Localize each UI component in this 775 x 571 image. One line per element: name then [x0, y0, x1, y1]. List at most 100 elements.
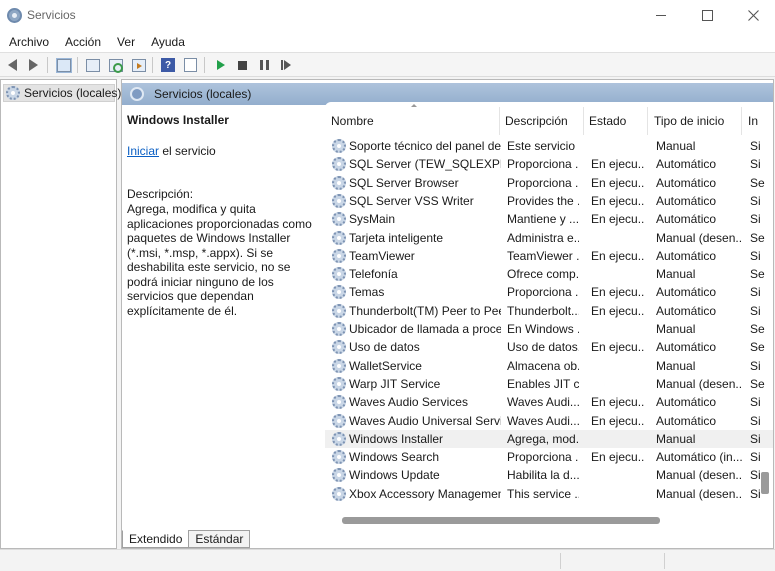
forward-button[interactable]: [24, 56, 42, 74]
gear-icon: [332, 322, 346, 336]
toolbar-separator: [152, 57, 153, 73]
toolbar-separator: [204, 57, 205, 73]
service-state-cell: En ejecu...: [591, 193, 645, 208]
pause-service-button[interactable]: [255, 56, 273, 74]
horizontal-scroll-thumb[interactable]: [342, 517, 660, 524]
gear-icon: [332, 303, 346, 318]
export-list-button[interactable]: [130, 56, 148, 74]
tab-extendido[interactable]: Extendido: [122, 530, 190, 548]
start-service-suffix: el servicio: [159, 144, 216, 158]
table-row[interactable]: Soporte técnico del panel de... Este serv…: [325, 137, 773, 155]
service-name-cell: Tarjeta inteligente: [349, 230, 444, 245]
service-state-cell: En ejecu...: [591, 395, 645, 410]
column-headers: Nombre Descripción Estado Tipo de inicio…: [325, 102, 773, 137]
tree-item-services-local[interactable]: Servicios (locales): [3, 84, 121, 102]
restart-service-button[interactable]: [277, 56, 295, 74]
column-header-descripcion[interactable]: Descripción: [505, 114, 568, 128]
service-name-cell: SQL Server VSS Writer: [349, 193, 474, 208]
table-row[interactable]: SQL Server (TEW_SQLEXPRESS) Proporciona .…: [325, 155, 773, 173]
pause-service-icon: [259, 60, 269, 70]
service-state-cell: En ejecu...: [591, 340, 645, 355]
column-header-nombre[interactable]: Nombre: [331, 114, 374, 128]
minimize-button[interactable]: [638, 0, 684, 31]
column-separator[interactable]: [583, 107, 584, 135]
table-row[interactable]: SQL Server Browser Proporciona ... En ejec…: [325, 174, 773, 192]
gear-icon: [6, 86, 20, 100]
table-row[interactable]: Warp JIT Service Enables JIT c... Manual (…: [325, 375, 773, 393]
close-button[interactable]: [730, 0, 775, 31]
maximize-button[interactable]: [684, 0, 730, 31]
menu-accion[interactable]: Acción: [57, 35, 109, 49]
table-row[interactable]: Windows Update Habilita la d... Manual (de…: [325, 466, 773, 484]
refresh-button[interactable]: [107, 56, 125, 74]
horizontal-scrollbar[interactable]: [342, 516, 762, 526]
back-button[interactable]: [3, 56, 21, 74]
gear-icon: [332, 248, 346, 263]
service-description-cell: Mantiene y ...: [507, 212, 579, 227]
table-row[interactable]: SysMain Mantiene y ... En ejecu... Automáti…: [325, 210, 773, 228]
table-row[interactable]: SQL Server VSS Writer Provides the ... En …: [325, 192, 773, 210]
console-button[interactable]: [181, 56, 199, 74]
restart-service-icon: [281, 60, 291, 70]
service-state-cell: En ejecu...: [591, 413, 645, 428]
table-row[interactable]: Telefonía Ofrece comp... Manual Se: [325, 265, 773, 283]
table-row[interactable]: Temas Proporciona ... En ejecu... Automátic…: [325, 283, 773, 301]
service-state-cell: En ejecu...: [591, 212, 645, 227]
service-description-cell: Provides the ...: [507, 193, 579, 208]
table-row[interactable]: Ubicador de llamada a proce... En Windows…: [325, 320, 773, 338]
table-row[interactable]: Windows Installer Agrega, mod... Manual Si: [325, 429, 773, 448]
refresh-icon: [109, 58, 123, 73]
menu-ver[interactable]: Ver: [109, 35, 143, 49]
vertical-scrollbar[interactable]: [760, 136, 770, 516]
properties-button[interactable]: [84, 56, 102, 74]
menu-archivo[interactable]: Archivo: [1, 35, 57, 49]
table-row[interactable]: Waves Audio Universal Servi... Waves Audi…: [325, 412, 773, 430]
gear-icon: [332, 486, 346, 501]
table-row[interactable]: Thunderbolt(TM) Peer to Pee... Thunderbol…: [325, 302, 773, 320]
service-startup-type-cell: Automático: [656, 175, 717, 190]
column-separator[interactable]: [647, 107, 648, 135]
title-bar: Servicios: [0, 0, 775, 31]
service-description-cell: Almacena ob...: [507, 358, 579, 373]
service-startup-type-cell: Manual (desen...: [656, 486, 742, 501]
stop-service-icon: [237, 60, 247, 70]
column-header-inicio-sesion[interactable]: In: [748, 114, 758, 128]
service-startup-type-cell: Automático: [656, 248, 717, 263]
column-header-tipo-inicio[interactable]: Tipo de inicio: [654, 114, 724, 128]
service-startup-type-cell: Automático: [656, 340, 717, 355]
service-description-cell: En Windows ...: [507, 322, 579, 336]
service-name-cell: Windows Search: [349, 450, 440, 465]
service-description-cell: Enables JIT c...: [507, 376, 579, 391]
column-separator[interactable]: [499, 107, 500, 135]
service-startup-type-cell: Automático (in...: [656, 450, 742, 465]
service-name-cell: Uso de datos: [349, 340, 420, 355]
service-description-cell: Administra e...: [507, 230, 579, 245]
help-button[interactable]: ?: [159, 56, 177, 74]
vertical-scroll-thumb[interactable]: [761, 472, 769, 494]
table-row[interactable]: Tarjeta inteligente Administra e... Manual…: [325, 229, 773, 247]
menu-bar: Archivo Acción Ver Ayuda: [0, 31, 775, 52]
service-description-cell: Proporciona ...: [507, 157, 579, 172]
services-list: Nombre Descripción Estado Tipo de inicio…: [325, 102, 773, 514]
table-row[interactable]: Windows Search Proporciona ... En ejecu...…: [325, 448, 773, 466]
tab-estandar[interactable]: Estándar: [188, 530, 251, 548]
start-service-link[interactable]: Iniciar: [127, 144, 159, 158]
stop-service-button[interactable]: [233, 56, 251, 74]
toolbar: ?: [0, 52, 775, 77]
column-separator[interactable]: [741, 107, 742, 135]
table-row[interactable]: Uso de datos Uso de datos... En ejecu... Au…: [325, 338, 773, 356]
gear-icon: [332, 175, 346, 190]
service-state-cell: En ejecu...: [591, 157, 645, 172]
table-row[interactable]: Waves Audio Services Waves Audi... En ejec…: [325, 393, 773, 411]
service-startup-type-cell: Automático: [656, 395, 717, 410]
menu-ayuda[interactable]: Ayuda: [143, 35, 193, 49]
console-icon: [183, 58, 197, 72]
table-row[interactable]: Xbox Accessory Managemen... This service …: [325, 485, 773, 503]
show-tree-button[interactable]: [55, 56, 73, 74]
service-startup-type-cell: Automático: [656, 413, 717, 428]
table-row[interactable]: TeamViewer TeamViewer ... En ejecu... Autom…: [325, 247, 773, 265]
start-service-button[interactable]: [212, 56, 230, 74]
table-row[interactable]: WalletServiceAlmacena ob...ManualSi: [325, 357, 773, 375]
column-header-estado[interactable]: Estado: [589, 114, 626, 128]
sort-caret-icon: [411, 104, 417, 107]
